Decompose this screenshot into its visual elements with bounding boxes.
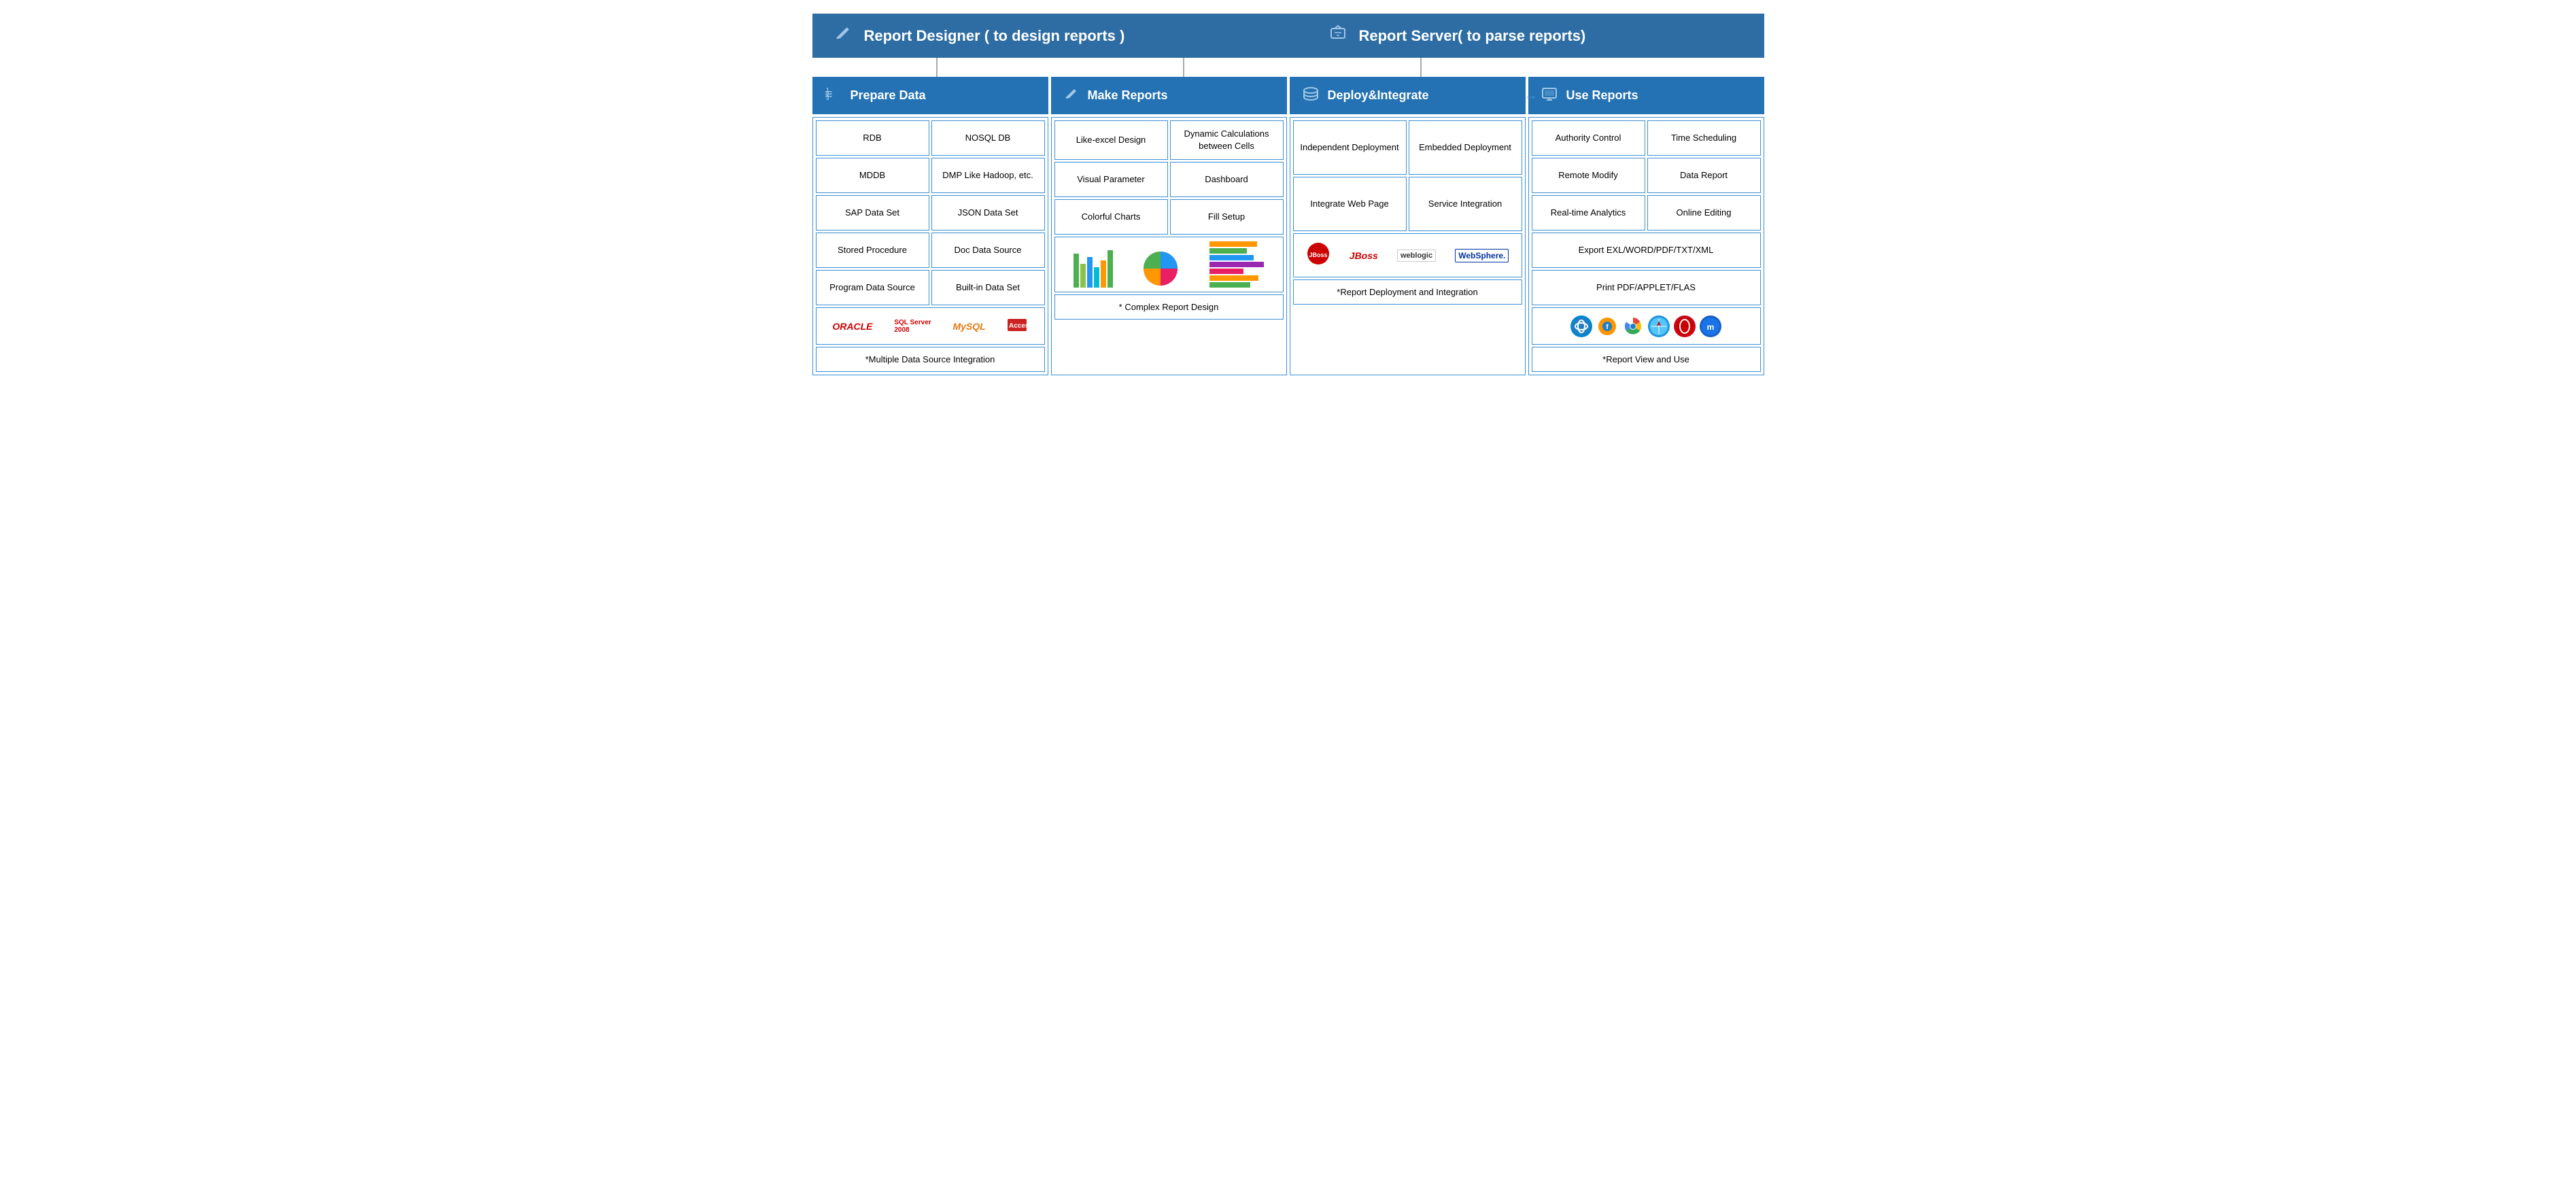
cell-dashboard: Dashboard xyxy=(1170,162,1284,197)
opera-icon xyxy=(1674,315,1696,337)
use-column: Authority Control Time Scheduling Remote… xyxy=(1528,117,1764,375)
cell-program-source: Program Data Source xyxy=(816,270,929,305)
cell-json: JSON Data Set xyxy=(931,195,1045,230)
prepare-icon: ≡ 1 2 3 xyxy=(825,85,842,106)
mysql-logo: MySQL xyxy=(952,321,985,332)
prepare-label: Prepare Data xyxy=(851,88,926,103)
svg-text:3: 3 xyxy=(826,95,829,101)
cell-stored-proc: Stored Procedure xyxy=(816,233,929,268)
bar-chart xyxy=(1074,250,1113,288)
server-header: Report Server( to parse reports) xyxy=(1307,14,1764,58)
safari-icon xyxy=(1648,315,1670,337)
cell-independent: Independent Deployment xyxy=(1293,120,1407,175)
cell-online-edit: Online Editing xyxy=(1647,195,1761,230)
weblogic-logo: weblogic xyxy=(1397,250,1436,262)
pie-chart xyxy=(1142,250,1180,288)
main-container: Report Designer ( to design reports ) Re… xyxy=(812,14,1764,375)
use-icon xyxy=(1541,85,1558,106)
make-grid: Like-excel Design Dynamic Calculations b… xyxy=(1054,120,1284,235)
chrome-icon xyxy=(1622,315,1644,337)
prepare-caption: *Multiple Data Source Integration xyxy=(816,347,1045,372)
deploy-caption: *Report Deployment and Integration xyxy=(1293,279,1522,305)
top-headers: Report Designer ( to design reports ) Re… xyxy=(812,14,1764,58)
cell-builtin: Built-in Data Set xyxy=(931,270,1045,305)
deploy-column: Independent Deployment Embedded Deployme… xyxy=(1290,117,1526,375)
connector-row-1 xyxy=(812,58,1764,77)
deploy-icon xyxy=(1302,85,1320,106)
use-caption: *Report View and Use xyxy=(1532,347,1761,372)
section-use-header: Use Reports xyxy=(1528,77,1764,114)
oracle-logo: ORACLE xyxy=(832,321,872,332)
server-title: Report Server( to parse reports) xyxy=(1359,27,1586,45)
cell-print: Print PDF/APPLET/FLAS xyxy=(1532,270,1761,305)
sqlserver-logo: SQL Server2008 xyxy=(894,319,931,334)
use-grid: Authority Control Time Scheduling Remote… xyxy=(1532,120,1761,305)
websphere-logo: WebSphere. xyxy=(1455,249,1509,262)
svg-text:JBoss: JBoss xyxy=(1309,252,1327,258)
make-caption: * Complex Report Design xyxy=(1054,294,1284,320)
cell-rdb: RDB xyxy=(816,120,929,156)
ie-icon xyxy=(1570,315,1592,337)
cell-time-sched: Time Scheduling xyxy=(1647,120,1761,156)
cell-dynamic-calc: Dynamic Calculations between Cells xyxy=(1170,120,1284,160)
use-label: Use Reports xyxy=(1566,88,1638,103)
firefox-icon: f xyxy=(1596,315,1618,337)
svg-text:Access: Access xyxy=(1009,322,1028,330)
cell-visual-param: Visual Parameter xyxy=(1054,162,1168,197)
cell-doc-source: Doc Data Source xyxy=(931,233,1045,268)
designer-title: Report Designer ( to design reports ) xyxy=(864,27,1125,45)
section-deploy-header: Deploy&Integrate → xyxy=(1290,77,1526,114)
section-make-header: Make Reports xyxy=(1051,77,1287,114)
server-logos: JBoss JBoss weblogic WebSphere. xyxy=(1293,233,1522,277)
cell-dmp: DMP Like Hadoop, etc. xyxy=(931,158,1045,193)
cell-export: Export EXL/WORD/PDF/TXT/XML xyxy=(1532,233,1761,268)
cell-mddb: MDDB xyxy=(816,158,929,193)
server-icon xyxy=(1328,23,1348,48)
db-logos: ORACLE SQL Server2008 MySQL Access xyxy=(816,307,1045,345)
prepare-grid: RDB NOSQL DB MDDB DMP Like Hadoop, etc. … xyxy=(816,120,1045,305)
make-label: Make Reports xyxy=(1088,88,1168,103)
browser-logos: f xyxy=(1532,307,1761,345)
cell-embedded: Embedded Deployment xyxy=(1409,120,1522,175)
section-prepare-header: ≡ 1 2 3 Prepare Data xyxy=(812,77,1048,114)
hbar-chart xyxy=(1209,241,1264,288)
maxthon-icon: m xyxy=(1700,315,1721,337)
sections-row: ≡ 1 2 3 Prepare Data Make Reports xyxy=(812,77,1764,114)
chart-preview xyxy=(1054,237,1284,292)
cell-sap: SAP Data Set xyxy=(816,195,929,230)
cell-integrate-web: Integrate Web Page xyxy=(1293,177,1407,231)
deploy-grid: Independent Deployment Embedded Deployme… xyxy=(1293,120,1522,231)
make-column: Like-excel Design Dynamic Calculations b… xyxy=(1051,117,1287,375)
jboss-text: JBoss xyxy=(1350,250,1378,261)
cell-realtime: Real-time Analytics xyxy=(1532,195,1645,230)
cell-excel-design: Like-excel Design xyxy=(1054,120,1168,160)
all-columns: RDB NOSQL DB MDDB DMP Like Hadoop, etc. … xyxy=(812,117,1764,375)
cell-authority: Authority Control xyxy=(1532,120,1645,156)
designer-icon xyxy=(833,23,853,48)
access-logo: Access xyxy=(1008,318,1028,335)
svg-text:m: m xyxy=(1707,322,1715,332)
designer-header: Report Designer ( to design reports ) xyxy=(812,14,1307,58)
cell-data-report: Data Report xyxy=(1647,158,1761,193)
jboss-logo: JBoss xyxy=(1306,241,1330,269)
prepare-column: RDB NOSQL DB MDDB DMP Like Hadoop, etc. … xyxy=(812,117,1048,375)
cell-colorful-charts: Colorful Charts xyxy=(1054,199,1168,235)
cell-nosql: NOSQL DB xyxy=(931,120,1045,156)
deploy-label: Deploy&Integrate xyxy=(1328,88,1429,103)
make-icon xyxy=(1063,86,1080,105)
cell-fill-setup: Fill Setup xyxy=(1170,199,1284,235)
cell-remote-modify: Remote Modify xyxy=(1532,158,1645,193)
cell-service-integration: Service Integration xyxy=(1409,177,1522,231)
